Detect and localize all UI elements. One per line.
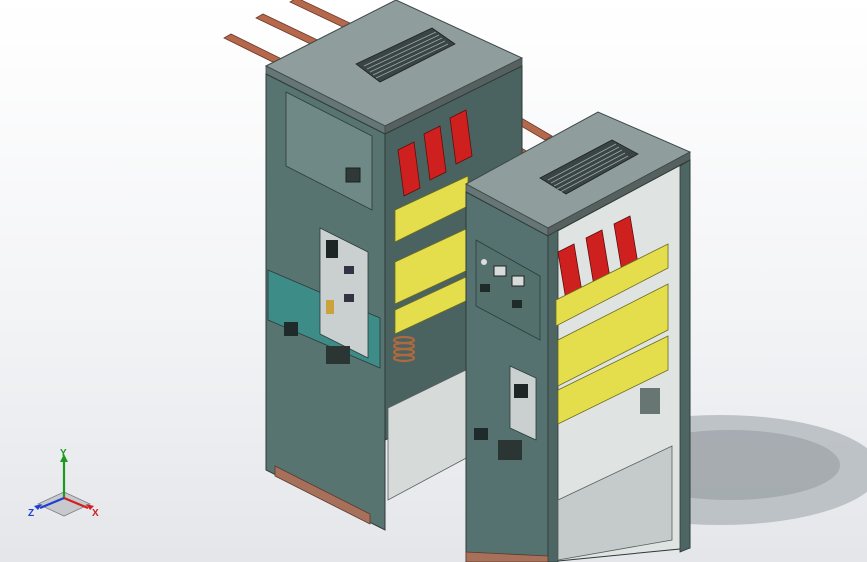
right-frame-post-front bbox=[547, 229, 559, 562]
switch-left-2[interactable] bbox=[344, 294, 354, 302]
switch-right-2[interactable] bbox=[512, 300, 522, 308]
switchgear-assembly-model[interactable] bbox=[0, 0, 867, 562]
side-vent-right bbox=[640, 388, 660, 414]
switch-left-1[interactable] bbox=[344, 266, 354, 274]
z-axis-label: Z bbox=[28, 508, 34, 519]
right-lower-control-strip[interactable] bbox=[509, 365, 537, 441]
right-small-vent bbox=[474, 428, 488, 440]
y-axis-label: Y bbox=[60, 448, 67, 459]
lower-vent-left bbox=[326, 346, 350, 364]
meter-display-right-2 bbox=[511, 275, 525, 287]
busbar-3 bbox=[289, 0, 353, 29]
meter-display-left bbox=[326, 240, 338, 258]
indicator-left bbox=[326, 300, 334, 314]
x-axis-label: X bbox=[92, 508, 99, 519]
switch-right-1[interactable] bbox=[480, 284, 490, 292]
right-switchgear-cabinet[interactable] bbox=[464, 111, 692, 562]
coordinate-triad: Y X Z bbox=[28, 448, 99, 519]
cad-viewport[interactable]: Y X Z bbox=[0, 0, 867, 562]
teal-band-vent bbox=[284, 322, 298, 336]
lower-vent-right bbox=[498, 440, 522, 460]
small-vent-upper bbox=[345, 167, 361, 183]
right-frame-post-back bbox=[679, 159, 691, 553]
indicator-lamp-right bbox=[481, 259, 487, 265]
lower-meter-right bbox=[514, 384, 528, 398]
meter-display-right-1 bbox=[493, 265, 507, 277]
